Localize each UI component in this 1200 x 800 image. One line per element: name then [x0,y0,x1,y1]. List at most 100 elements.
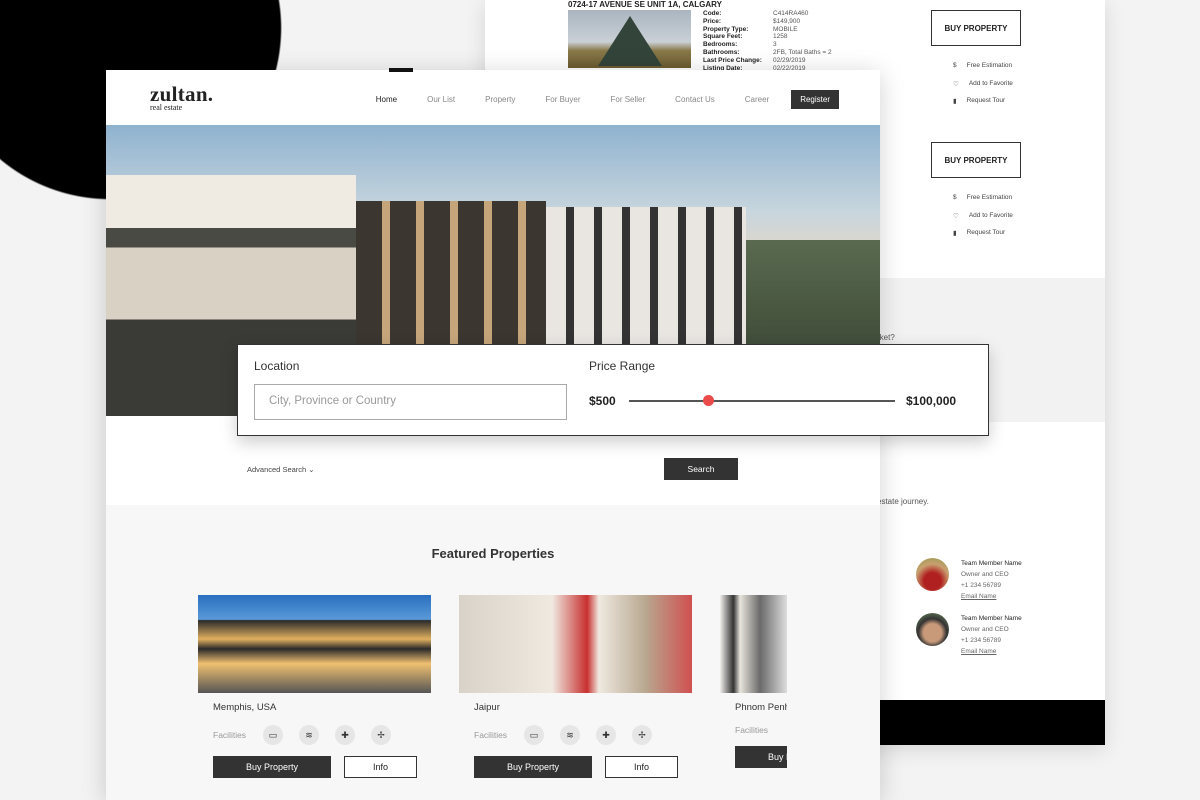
property-image[interactable] [459,595,692,693]
info-button[interactable]: Info [605,756,678,778]
member-role: Owner and CEO [961,571,1009,578]
main-nav: Home Our List Property For Buyer For Sel… [346,90,839,109]
member-email-link[interactable]: Email Name [961,648,996,655]
spec-value: 02/29/2019 [773,56,806,64]
property-specs: Code: C414RA460 Price: $149,900 Property T… [703,10,863,72]
search-panel: Location City, Province or Country Price… [237,344,989,436]
buy-property-button[interactable]: Buy Property [474,756,592,778]
action-label: Request Tour [966,229,1006,236]
spec-key: Last Price Change: [703,56,762,64]
property-address: 0724-17 AVENUE SE UNIT 1A, CALGARY [568,0,722,9]
avatar [916,613,949,646]
nav-for-seller[interactable]: For Seller [610,95,645,104]
property-card: Memphis, USA Facilities ▭ ≋ ✚ ✢ Buy Property… [198,595,431,778]
spec-key: Price: [703,17,722,25]
featured-section: Featured Properties Memphis, USA Facilit… [106,505,880,800]
register-button[interactable]: Register [791,90,839,109]
team-member: Team Member Name Owner and CEO +1 234 5678… [916,613,1022,657]
nav-our-list[interactable]: Our List [427,95,455,104]
property-actions: $ Free Estimation ♡ Add to Favorite ▮ Reque… [953,194,1013,247]
logo[interactable]: zultan. real estate [150,82,213,112]
property-image[interactable] [720,595,787,693]
property-card: Jaipur Facilities ▭ ≋ ✚ ✢ Buy Property Info [459,595,692,778]
tv-icon: ▭ [524,725,545,745]
active-indicator [389,68,413,72]
member-email-link[interactable]: Email Name [961,593,996,600]
fan-icon: ✢ [371,725,392,745]
heart-icon: ♡ [953,80,959,88]
member-phone: +1 234 56789 [961,637,1001,644]
spec-value: 2FB, Total Baths = 2 [773,48,832,56]
section-text: estate journey. [877,497,929,506]
facilities-label: Facilities [474,730,508,740]
nav-contact-us[interactable]: Contact Us [675,95,715,104]
free-estimation-link[interactable]: $ Free Estimation [953,62,1013,80]
spec-key: Bedrooms: [703,41,738,49]
action-label: Free Estimation [966,62,1013,69]
advanced-search-toggle[interactable]: Advanced Search ⌄ [247,465,315,474]
spec-value: 3 [773,41,777,49]
add-favorite-link[interactable]: ♡ Add to Favorite [953,80,1013,98]
price-min: $500 [589,394,616,408]
buy-property-button[interactable]: Buy Property [735,746,787,768]
buy-property-button[interactable]: BUY PROPERTY [931,142,1021,178]
action-label: Add to Favorite [968,211,1013,219]
spec-value: MOBILE [773,25,798,33]
spec-value: 1258 [773,33,788,41]
facilities-label: Facilities [213,730,247,740]
price-range-label: Price Range [589,359,656,373]
spec-value: C414RA460 [773,10,809,17]
medical-icon: ✚ [596,725,617,745]
property-actions: $ Free Estimation ♡ Add to Favorite ▮ Reque… [953,62,1013,115]
member-role: Owner and CEO [961,626,1009,633]
property-name: Memphis, USA [213,702,277,713]
featured-title: Featured Properties [431,546,555,561]
price-slider-handle[interactable] [703,395,715,406]
action-label: Request Tour [966,97,1006,104]
nav-career[interactable]: Career [745,95,769,104]
free-estimation-link[interactable]: $ Free Estimation [953,194,1013,212]
fan-icon: ✢ [632,725,653,745]
spec-value: $149,900 [773,17,801,25]
property-card: Phnom Penh Facilities Buy Property [720,595,787,768]
spec-key: Bathrooms: [703,48,740,56]
member-name: Team Member Name [961,615,1022,622]
wifi-icon: ≋ [299,725,320,745]
dollar-icon: $ [953,194,957,201]
action-label: Add to Favorite [968,79,1013,87]
info-button[interactable]: Info [344,756,417,778]
member-name: Team Member Name [961,560,1022,567]
medical-icon: ✚ [335,725,356,745]
door-icon: ▮ [953,230,957,237]
team-member: Team Member Name Owner and CEO +1 234 5678… [916,558,1022,602]
door-icon: ▮ [953,98,957,105]
property-name: Phnom Penh [735,702,787,713]
nav-property[interactable]: Property [485,95,515,104]
nav-for-buyer[interactable]: For Buyer [545,95,580,104]
add-favorite-link[interactable]: ♡ Add to Favorite [953,212,1013,230]
spec-key: Property Type: [703,25,749,33]
dollar-icon: $ [953,62,957,69]
tv-icon: ▭ [263,725,284,745]
request-tour-link[interactable]: ▮ Request Tour [953,229,1013,247]
location-input[interactable]: City, Province or Country [254,384,567,420]
property-thumbnail [568,10,691,68]
buy-property-button[interactable]: BUY PROPERTY [931,10,1021,46]
nav-home[interactable]: Home [376,95,397,104]
avatar [916,558,949,591]
wifi-icon: ≋ [560,725,581,745]
buy-property-button[interactable]: Buy Property [213,756,331,778]
spec-key: Square Feet: [703,33,743,41]
spec-key: Code: [703,10,722,17]
action-label: Free Estimation [966,194,1013,201]
price-slider-track[interactable] [629,400,895,402]
price-max: $100,000 [906,394,957,408]
heart-icon: ♡ [953,212,959,220]
location-label: Location [254,359,300,373]
search-button[interactable]: Search [664,458,738,480]
property-image[interactable] [198,595,431,693]
property-name: Jaipur [474,702,500,713]
member-phone: +1 234 56789 [961,582,1001,589]
facilities-label: Facilities [735,725,769,735]
request-tour-link[interactable]: ▮ Request Tour [953,97,1013,115]
